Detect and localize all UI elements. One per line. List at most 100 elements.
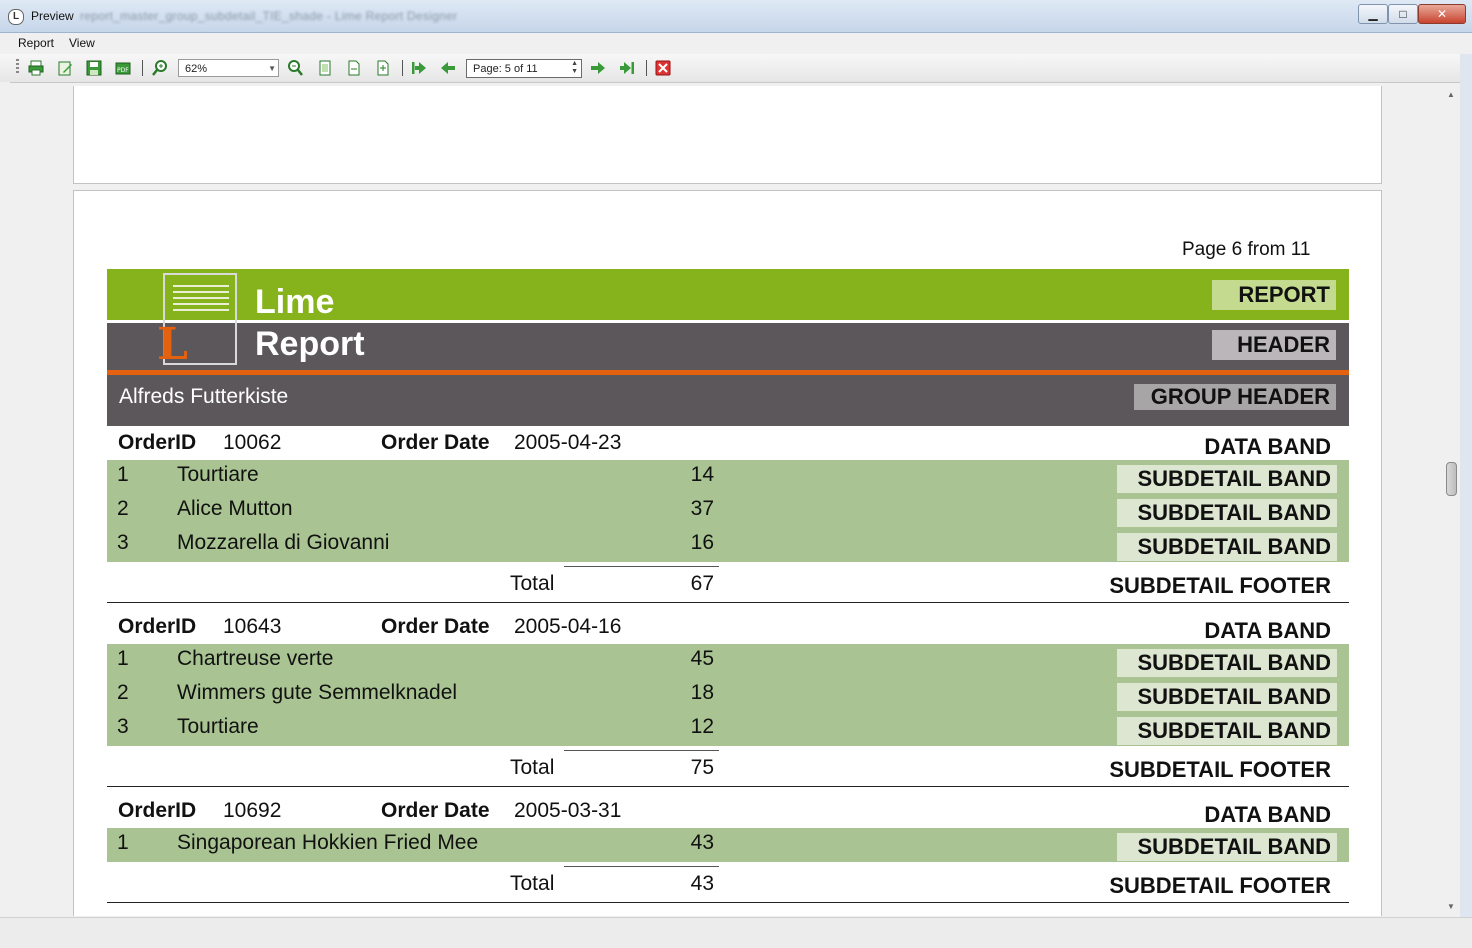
line-number: 3	[117, 531, 129, 554]
product-name: Tourtiare	[177, 715, 259, 738]
order-date-label: Order Date	[381, 799, 490, 822]
subdetail-row: 3 Tourtiare 12 SUBDETAIL BAND	[107, 712, 1349, 746]
scrollbar-thumb[interactable]	[1446, 462, 1457, 496]
subdetail-footer-tag: SUBDETAIL FOOTER	[1109, 873, 1331, 898]
zoom-out-icon[interactable]	[286, 59, 304, 77]
preview-window: L Preview report_master_group_subdetail_…	[0, 0, 1472, 948]
last-page-icon[interactable]	[618, 59, 636, 77]
menu-view[interactable]: View	[69, 36, 95, 50]
scroll-down-icon[interactable]: ▼	[1447, 902, 1455, 911]
quantity: 18	[690, 681, 714, 704]
total-label: Total	[510, 756, 555, 779]
page-number-spinbox[interactable]: Page: 5 of 11 ▲ ▼	[466, 59, 582, 78]
data-band-tag: DATA BAND	[1204, 618, 1331, 643]
subdetail-footer-tag: SUBDETAIL FOOTER	[1109, 573, 1331, 598]
chevron-down-icon: ▼	[268, 64, 276, 73]
lime-report-logo-icon: L	[157, 273, 237, 370]
order-date-label: Order Date	[381, 431, 490, 454]
quantity: 37	[690, 497, 714, 520]
order-date-value: 2005-03-31	[514, 799, 622, 822]
fit-width-icon[interactable]	[345, 59, 363, 77]
zoom-select[interactable]: 62% ▼	[178, 59, 279, 77]
order-id-label: OrderID	[118, 431, 197, 454]
subdetail-row: 3 Mozzarella di Giovanni 16 SUBDETAIL BAND	[107, 528, 1349, 562]
quantity: 45	[690, 647, 714, 670]
vertical-scrollbar[interactable]: ▲ ▼	[1442, 86, 1460, 916]
subdetail-row: 1 Tourtiare 14 SUBDETAIL BAND	[107, 460, 1349, 494]
title-bar: L Preview report_master_group_subdetail_…	[0, 0, 1472, 33]
maximize-button[interactable]: □	[1388, 4, 1418, 24]
line-number: 2	[117, 681, 129, 704]
data-band-tag: DATA BAND	[1204, 802, 1331, 827]
order-date-label: Order Date	[381, 915, 490, 916]
report-page: Page 6 from 11 L Lime Report REPORT HEAD…	[73, 190, 1382, 916]
menu-report[interactable]: Report	[18, 36, 54, 50]
order-date-label: Order Date	[381, 615, 490, 638]
menu-bar: Report View	[0, 33, 1472, 53]
order-id-value: 10692	[223, 799, 282, 822]
subdetail-footer-row: Total 75 SUBDETAIL FOOTER	[107, 746, 1349, 787]
report-title-line2: Report	[255, 325, 365, 363]
report-title-line1: Lime	[255, 283, 335, 321]
close-preview-icon[interactable]	[654, 59, 672, 77]
previous-page-icon[interactable]	[439, 59, 457, 77]
product-name: Wimmers gute Semmelknadel	[177, 681, 458, 704]
subdetail-band-group: 1 Singaporean Hokkien Fried Mee 43 SUBDETAI…	[107, 828, 1349, 862]
subdetail-band-tag: SUBDETAIL BAND	[1117, 499, 1337, 527]
order-id-label: OrderID	[118, 799, 197, 822]
report-band-tag: REPORT	[1212, 280, 1336, 310]
order-date-value: 2005-03-19	[514, 915, 621, 916]
total-value: 43	[690, 872, 714, 895]
quantity: 16	[690, 531, 714, 554]
fit-page-icon[interactable]	[316, 59, 334, 77]
toolbar-grip[interactable]	[16, 59, 19, 75]
scroll-up-icon[interactable]: ▲	[1447, 90, 1455, 99]
subdetail-band-tag: SUBDETAIL BAND	[1117, 717, 1337, 745]
data-band-row: OrderID10702Order Date2005-03-19DATA BAN…	[107, 910, 1349, 916]
order-id-value: 10702	[223, 915, 281, 916]
first-page-icon[interactable]	[410, 59, 428, 77]
spin-arrows-icon[interactable]: ▲ ▼	[571, 60, 578, 76]
export-pdf-icon[interactable]: PDF	[114, 59, 132, 77]
subdetail-band-tag: SUBDETAIL BAND	[1117, 833, 1337, 861]
subdetail-band-group: 1 Chartreuse verte 45 SUBDETAIL BAND 2 Wimmer…	[107, 644, 1349, 746]
line-number: 2	[117, 497, 129, 520]
subdetail-band-tag: SUBDETAIL BAND	[1117, 683, 1337, 711]
total-value: 67	[690, 572, 714, 595]
app-icon: L	[8, 9, 24, 25]
subdetail-band-group: 1 Tourtiare 14 SUBDETAIL BAND 2 Alice Mutton 3…	[107, 460, 1349, 562]
one-to-one-icon[interactable]	[374, 59, 392, 77]
order-date-value: 2005-04-23	[514, 431, 622, 454]
print-icon[interactable]	[27, 59, 45, 77]
group-header-tag: GROUP HEADER	[1134, 384, 1336, 410]
next-page-icon[interactable]	[589, 59, 607, 77]
quantity: 12	[690, 715, 714, 738]
toolbar: PDF 62% ▼ Page: 5 of 11 ▲ ▼	[0, 54, 1472, 83]
quantity: 43	[690, 831, 714, 854]
page-number-text: Page 6 from 11	[1182, 239, 1311, 260]
subdetail-footer-row: Total 67 SUBDETAIL FOOTER	[107, 562, 1349, 603]
subdetail-row: 1 Singaporean Hokkien Fried Mee 43 SUBDETAI…	[107, 828, 1349, 862]
product-name: Alice Mutton	[177, 497, 293, 520]
minimize-button[interactable]: ▁	[1358, 4, 1388, 24]
line-number: 1	[117, 463, 129, 486]
save-icon[interactable]	[85, 59, 103, 77]
subdetail-band-tag: SUBDETAIL BAND	[1117, 649, 1337, 677]
line-number: 1	[117, 831, 129, 854]
quantity: 14	[690, 463, 714, 486]
report-page-previous	[73, 86, 1382, 184]
data-band-row: OrderID 10062 Order Date 2005-04-23 DATA BAN…	[107, 426, 1349, 460]
order-id-label: OrderID	[118, 615, 197, 638]
svg-text:PDF: PDF	[117, 67, 129, 74]
product-name: Singaporean Hokkien Fried Mee	[177, 831, 479, 854]
product-name: Mozzarella di Giovanni	[177, 531, 390, 554]
close-button[interactable]: ✕	[1418, 4, 1466, 24]
zoom-in-icon[interactable]	[151, 59, 169, 77]
status-bar	[0, 917, 1472, 948]
subdetail-footer-tag: SUBDETAIL FOOTER	[1109, 757, 1331, 782]
product-name: Chartreuse verte	[177, 647, 334, 670]
report-viewport[interactable]: Page 6 from 11 L Lime Report REPORT HEAD…	[10, 86, 1442, 916]
edit-report-icon[interactable]	[56, 59, 74, 77]
group-company-name: Alfreds Futterkiste	[119, 385, 289, 408]
line-number: 3	[117, 715, 129, 738]
